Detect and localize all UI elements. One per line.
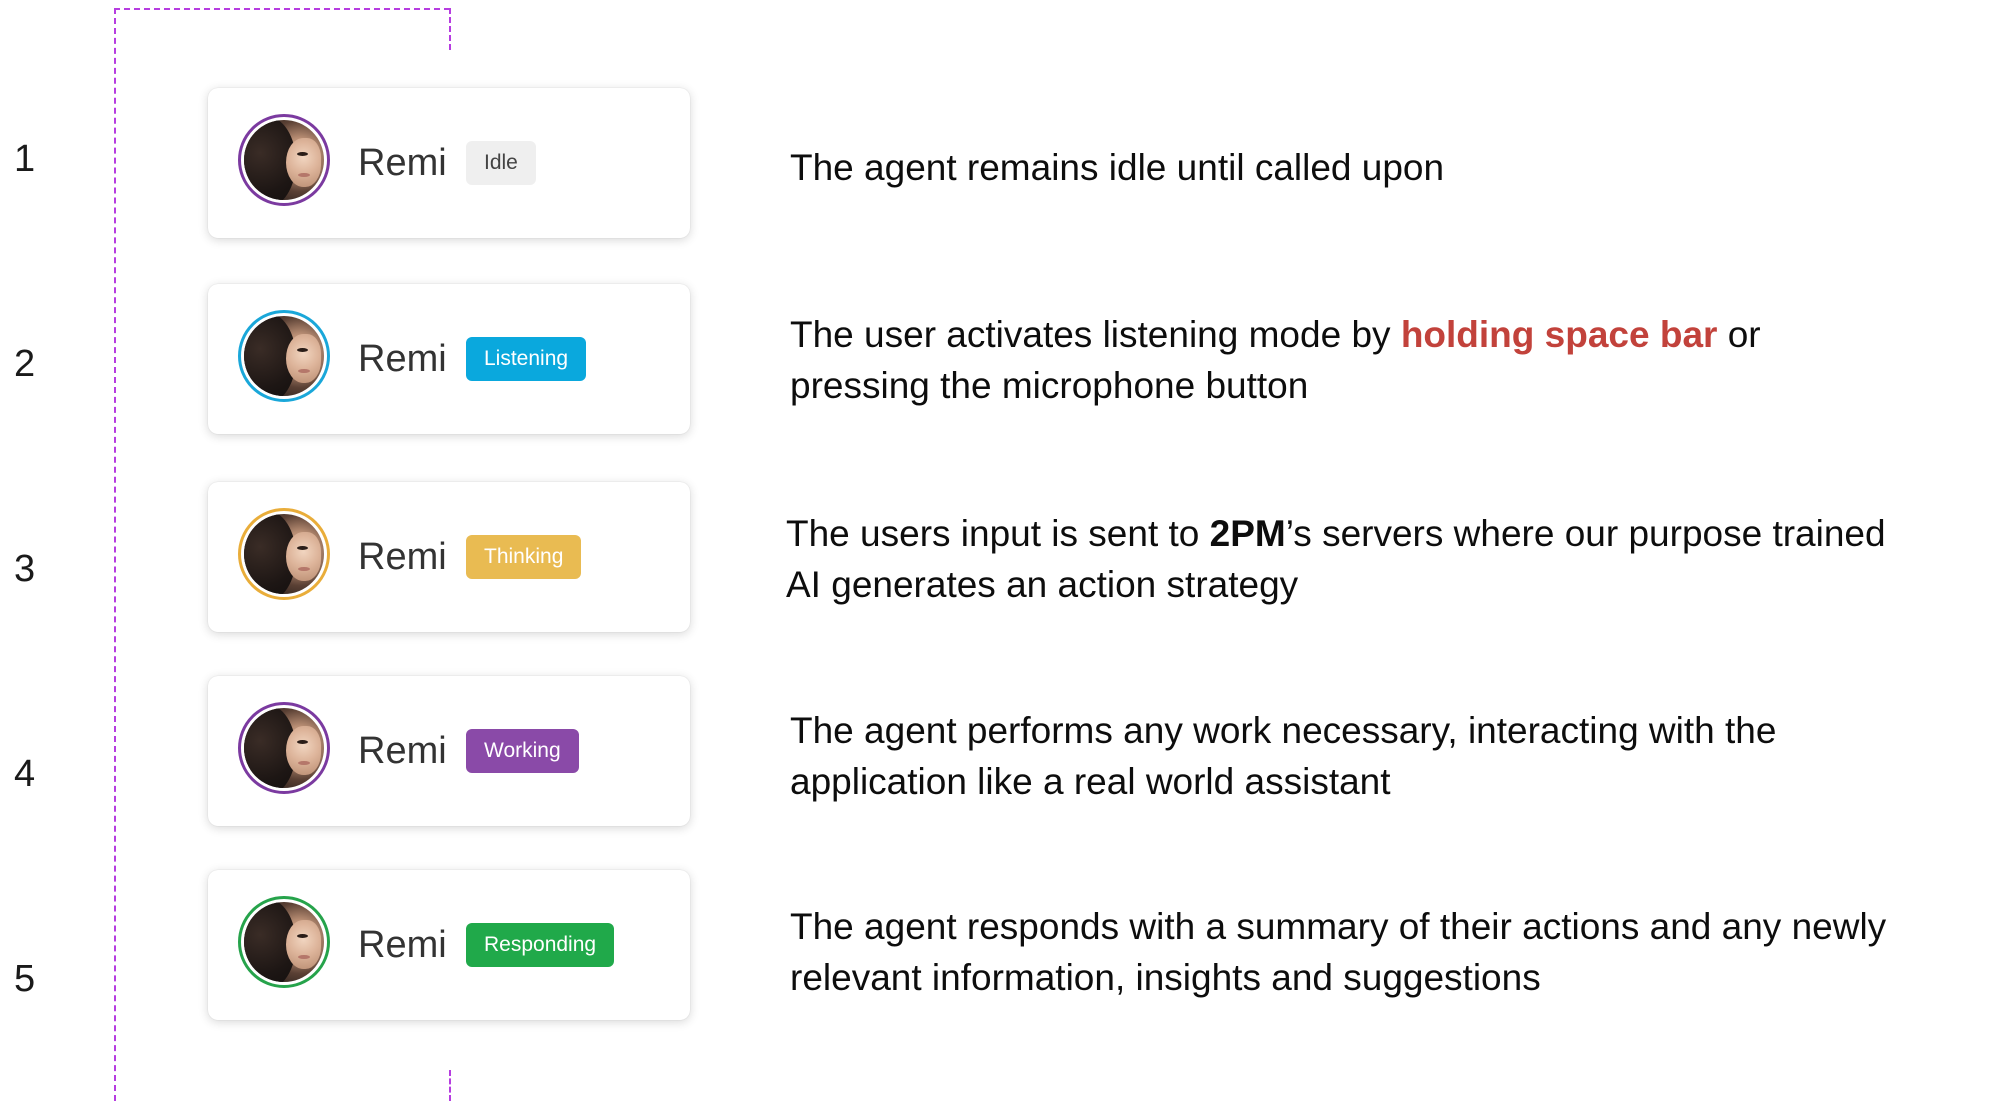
step-description-5: The agent responds with a summary of the… xyxy=(790,901,1886,1003)
agent-name: Remi xyxy=(358,924,447,966)
step-number-3: 3 xyxy=(14,548,36,590)
step-number-2: 2 xyxy=(14,343,36,385)
avatar-photo xyxy=(244,514,324,594)
description-text: ’s servers where our purpose trained xyxy=(1285,513,1886,554)
agent-avatar xyxy=(238,702,330,794)
agent-name: Remi xyxy=(358,142,447,184)
agent-card-listening: Remi Listening xyxy=(208,284,690,434)
avatar-photo xyxy=(244,120,324,200)
description-line-2: pressing the microphone button xyxy=(790,365,1309,406)
avatar-photo xyxy=(244,316,324,396)
description-line-1: The users input is sent to 2PM’s servers… xyxy=(786,508,1886,559)
description-line-1: The agent responds with a summary of the… xyxy=(790,906,1887,947)
description-text: The user activates listening mode by xyxy=(790,314,1401,355)
agent-card-responding: Remi Responding xyxy=(208,870,690,1020)
agent-avatar xyxy=(238,508,330,600)
bracket-top-line xyxy=(114,8,450,10)
description-line-2: AI generates an action strategy xyxy=(786,564,1299,605)
agent-avatar xyxy=(238,114,330,206)
brand-name: 2PM xyxy=(1209,513,1286,554)
description-highlight: holding space bar xyxy=(1400,314,1718,355)
step-description-1: The agent remains idle until called upon xyxy=(790,142,1444,193)
agent-name: Remi xyxy=(358,338,447,380)
status-badge-idle: Idle xyxy=(466,141,536,185)
description-line-2: relevant information, insights and sugge… xyxy=(790,957,1541,998)
description-line-2: application like a real world assistant xyxy=(790,761,1391,802)
avatar-photo xyxy=(244,902,324,982)
status-badge-responding: Responding xyxy=(466,923,615,967)
step-description-3: The users input is sent to 2PM’s servers… xyxy=(786,508,1886,610)
step-number-4: 4 xyxy=(14,753,36,795)
agent-avatar xyxy=(238,310,330,402)
status-badge-working: Working xyxy=(466,729,579,773)
description-text: The users input is sent to xyxy=(786,513,1210,554)
step-description-4: The agent performs any work necessary, i… xyxy=(790,705,1776,807)
agent-name: Remi xyxy=(358,536,447,578)
agent-name: Remi xyxy=(358,730,447,772)
status-badge-listening: Listening xyxy=(466,337,587,381)
step-number-5: 5 xyxy=(14,958,36,1000)
bracket-right-bottom-tick xyxy=(449,1070,451,1101)
status-badge-thinking: Thinking xyxy=(466,535,582,579)
agent-card-idle: Remi Idle xyxy=(208,88,690,238)
step-number-1: 1 xyxy=(14,138,36,180)
description-text: The agent remains idle until called upon xyxy=(790,147,1445,188)
step-description-2: The user activates listening mode by hol… xyxy=(790,309,1761,411)
description-line-1: The agent performs any work necessary, i… xyxy=(790,710,1777,751)
description-line-1: The user activates listening mode by hol… xyxy=(790,309,1761,360)
agent-card-working: Remi Working xyxy=(208,676,690,826)
bracket-right-top-tick xyxy=(449,8,451,50)
avatar-photo xyxy=(244,708,324,788)
bracket-left-line xyxy=(114,8,116,1101)
description-text: or xyxy=(1717,314,1761,355)
agent-card-thinking: Remi Thinking xyxy=(208,482,690,632)
agent-avatar xyxy=(238,896,330,988)
